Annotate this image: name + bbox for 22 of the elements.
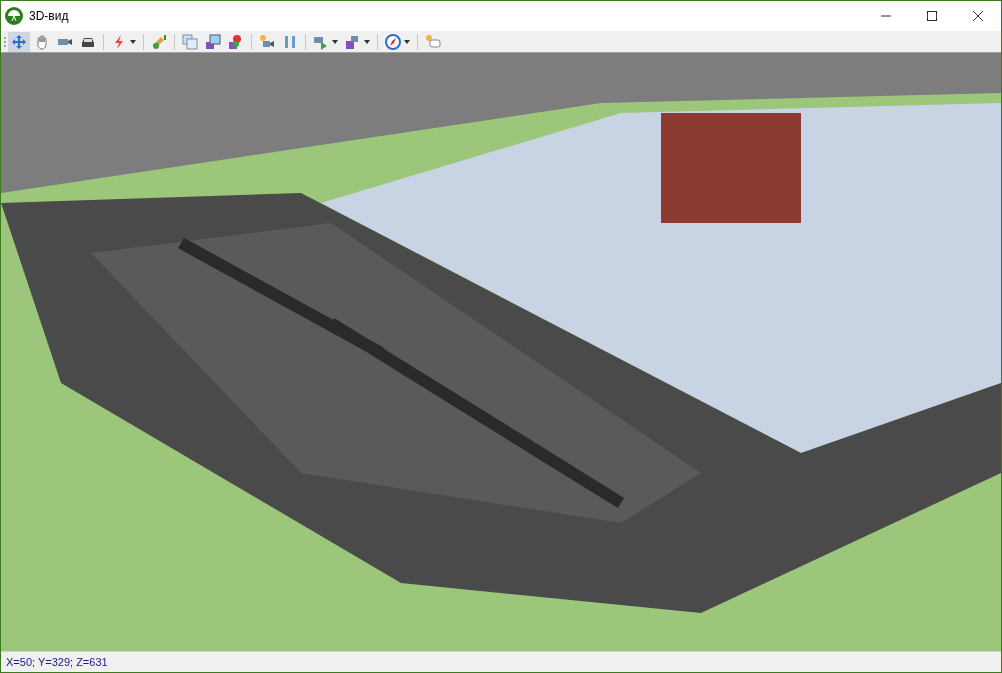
caret-icon	[364, 39, 370, 44]
maximize-icon	[927, 11, 937, 21]
coordinates-text: X=50; Y=329; Z=631	[6, 654, 108, 670]
toolbar-button[interactable]	[8, 31, 30, 52]
caret-icon	[404, 39, 410, 44]
copy-image-icon	[182, 33, 198, 50]
move-arrows-icon	[11, 33, 27, 50]
caret-icon	[130, 39, 136, 44]
save-shapes-icon	[228, 33, 244, 50]
hand-icon	[34, 33, 50, 50]
camera-sparkle-icon	[259, 33, 275, 50]
close-icon	[973, 11, 983, 21]
save-image-icon	[205, 33, 221, 50]
save-camera-icon	[345, 33, 361, 50]
toolbar-button[interactable]	[382, 31, 413, 52]
caret-icon	[332, 39, 338, 44]
compass-icon	[385, 33, 401, 50]
pause-icon	[282, 33, 298, 50]
toolbar-grip-icon	[3, 34, 7, 49]
window-title: 3D-вид	[29, 8, 69, 25]
app-logo-icon	[5, 7, 23, 25]
comment-sparkle-icon	[425, 33, 441, 50]
